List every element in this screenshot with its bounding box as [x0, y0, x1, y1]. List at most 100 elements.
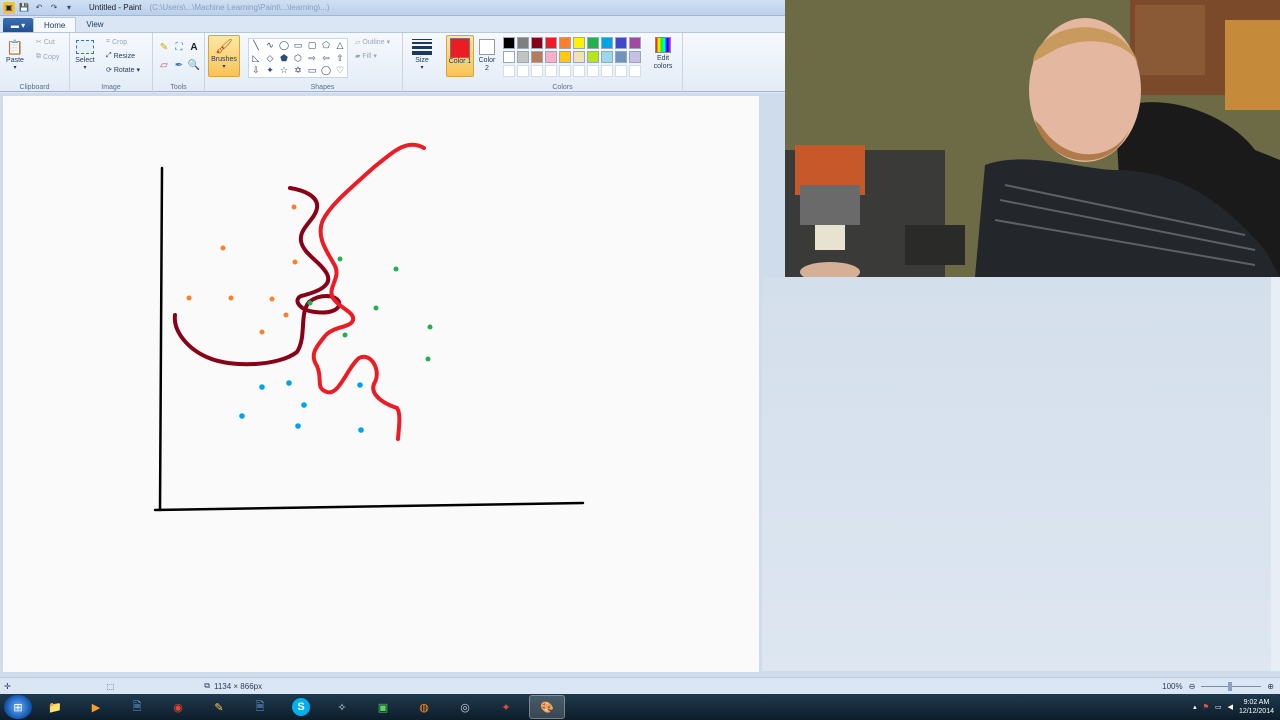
- save-icon[interactable]: 💾: [18, 2, 30, 14]
- oval-callout-shape-icon[interactable]: ◯: [319, 64, 333, 77]
- custom-palette-swatch[interactable]: [517, 65, 529, 77]
- left-arrow-shape-icon[interactable]: ⇦: [319, 52, 333, 65]
- palette-swatch[interactable]: [517, 51, 529, 63]
- pentagon-shape-icon[interactable]: ⬟: [277, 52, 291, 65]
- eraser-icon[interactable]: ▱: [157, 58, 171, 72]
- custom-palette-swatch[interactable]: [601, 65, 613, 77]
- taskbar-wings-icon[interactable]: ✧: [324, 695, 360, 719]
- undo-icon[interactable]: ↶: [33, 2, 45, 14]
- palette-swatch[interactable]: [503, 51, 515, 63]
- triangle-shape-icon[interactable]: △: [333, 39, 347, 52]
- tab-home[interactable]: Home: [33, 17, 77, 32]
- palette-swatch[interactable]: [573, 51, 585, 63]
- taskbar-media-player-icon[interactable]: ▶: [78, 695, 114, 719]
- taskbar-terminal-icon[interactable]: ▣: [365, 695, 401, 719]
- zoom-in-button[interactable]: ⊕: [1267, 682, 1274, 691]
- crop-button[interactable]: ⌗ Crop: [106, 38, 127, 46]
- custom-palette-swatch[interactable]: [615, 65, 627, 77]
- right-triangle-shape-icon[interactable]: ◺: [249, 52, 263, 65]
- shapes-gallery[interactable]: ╲ ∿ ◯ ▭ ▢ ⬠ △ ◺ ◇ ⬟ ⬡ ⇨ ⇦ ⇧ ⇩ ✦ ☆ ✡ ▭ ◯ ♡: [248, 38, 348, 78]
- drawing-canvas[interactable]: [3, 96, 759, 672]
- tray-flag-icon[interactable]: ⚑: [1203, 703, 1209, 711]
- redo-icon[interactable]: ↷: [48, 2, 60, 14]
- up-arrow-shape-icon[interactable]: ⇧: [333, 52, 347, 65]
- taskbar-skype-icon[interactable]: S: [283, 695, 319, 719]
- zoom-out-button[interactable]: ⊖: [1189, 682, 1196, 691]
- fill-button[interactable]: ▰ Fill ▾: [355, 52, 377, 61]
- paint-app-icon[interactable]: ▣: [3, 1, 15, 14]
- custom-palette-swatch[interactable]: [559, 65, 571, 77]
- custom-palette-swatch[interactable]: [629, 65, 641, 77]
- magnifier-icon[interactable]: 🔍: [187, 58, 201, 72]
- palette-swatch[interactable]: [531, 37, 543, 49]
- palette-swatch[interactable]: [559, 37, 571, 49]
- down-arrow-shape-icon[interactable]: ⇩: [249, 64, 263, 77]
- diamond-shape-icon[interactable]: ◇: [263, 52, 277, 65]
- tray-network-icon[interactable]: ▭: [1215, 703, 1222, 711]
- palette-swatch[interactable]: [587, 51, 599, 63]
- palette-swatch[interactable]: [545, 51, 557, 63]
- tray-volume-icon[interactable]: ◀: [1228, 703, 1233, 711]
- cut-button[interactable]: ✂ Cut: [36, 38, 55, 47]
- palette-swatch[interactable]: [559, 51, 571, 63]
- custom-palette-swatch[interactable]: [587, 65, 599, 77]
- palette-swatch[interactable]: [587, 37, 599, 49]
- quick-access-dropdown-icon[interactable]: ▾: [63, 2, 75, 14]
- four-point-star-shape-icon[interactable]: ✦: [263, 64, 277, 77]
- palette-swatch[interactable]: [531, 51, 543, 63]
- rectangle-shape-icon[interactable]: ▭: [291, 39, 305, 52]
- oval-shape-icon[interactable]: ◯: [277, 39, 291, 52]
- palette-swatch[interactable]: [573, 37, 585, 49]
- taskbar-explorer-icon[interactable]: 📁: [37, 695, 73, 719]
- taskbar-sublime-icon[interactable]: ✎: [201, 695, 237, 719]
- taskbar-python-idle-icon[interactable]: 🗎: [119, 695, 155, 719]
- select-button[interactable]: Select ▾: [74, 37, 96, 71]
- six-point-star-shape-icon[interactable]: ✡: [291, 64, 305, 77]
- palette-swatch[interactable]: [601, 51, 613, 63]
- custom-palette-swatch[interactable]: [573, 65, 585, 77]
- curve-shape-icon[interactable]: ∿: [263, 39, 277, 52]
- zoom-slider[interactable]: [1201, 681, 1262, 691]
- palette-swatch[interactable]: [615, 51, 627, 63]
- edit-colors-button[interactable]: Edit colors: [650, 35, 676, 71]
- palette-swatch[interactable]: [601, 37, 613, 49]
- vertical-scrollbar[interactable]: [1271, 277, 1280, 671]
- tray-expand-icon[interactable]: ▴: [1193, 703, 1197, 711]
- file-menu-button[interactable]: ▬ ▾: [3, 18, 33, 32]
- palette-swatch[interactable]: [517, 37, 529, 49]
- five-point-star-shape-icon[interactable]: ☆: [277, 64, 291, 77]
- polygon-shape-icon[interactable]: ⬠: [319, 39, 333, 52]
- taskbar-search-icon[interactable]: ◎: [447, 695, 483, 719]
- right-arrow-shape-icon[interactable]: ⇨: [305, 52, 319, 65]
- copy-button[interactable]: ⧉ Copy: [36, 53, 59, 61]
- outline-button[interactable]: ▱ Outline ▾: [355, 38, 390, 47]
- taskbar-firefox-icon[interactable]: ◍: [406, 695, 442, 719]
- size-button[interactable]: Size ▾: [411, 37, 433, 71]
- palette-swatch[interactable]: [629, 51, 641, 63]
- clock[interactable]: 9:02 AM 12/12/2014: [1239, 698, 1274, 716]
- custom-palette-swatch[interactable]: [503, 65, 515, 77]
- rotate-button[interactable]: ⟳ Rotate ▾: [106, 66, 140, 75]
- brushes-button[interactable]: 🖌 Brushes ▾: [208, 35, 240, 77]
- palette-swatch[interactable]: [503, 37, 515, 49]
- palette-swatch[interactable]: [545, 37, 557, 49]
- resize-button[interactable]: ⤢ Resize: [106, 52, 135, 60]
- text-tool-icon[interactable]: A: [187, 40, 201, 54]
- palette-swatch[interactable]: [615, 37, 627, 49]
- pencil-icon[interactable]: ✎: [157, 40, 171, 54]
- taskbar-game-icon[interactable]: ✦: [488, 695, 524, 719]
- rounded-rectangle-shape-icon[interactable]: ▢: [305, 39, 319, 52]
- fill-bucket-icon[interactable]: ⛶: [172, 40, 186, 54]
- taskbar-chrome-icon[interactable]: ◉: [160, 695, 196, 719]
- color-picker-icon[interactable]: ✒: [172, 58, 186, 72]
- start-button[interactable]: ⊞: [4, 695, 32, 719]
- line-shape-icon[interactable]: ╲: [249, 39, 263, 52]
- zoom-slider-thumb[interactable]: [1228, 681, 1233, 691]
- callout-shape-icon[interactable]: ▭: [305, 64, 319, 77]
- custom-palette-swatch[interactable]: [545, 65, 557, 77]
- taskbar-python-icon[interactable]: 🗎: [242, 695, 278, 719]
- tab-view[interactable]: View: [76, 17, 113, 32]
- custom-palette-swatch[interactable]: [531, 65, 543, 77]
- taskbar-paint-icon[interactable]: 🎨: [529, 695, 565, 719]
- palette-swatch[interactable]: [629, 37, 641, 49]
